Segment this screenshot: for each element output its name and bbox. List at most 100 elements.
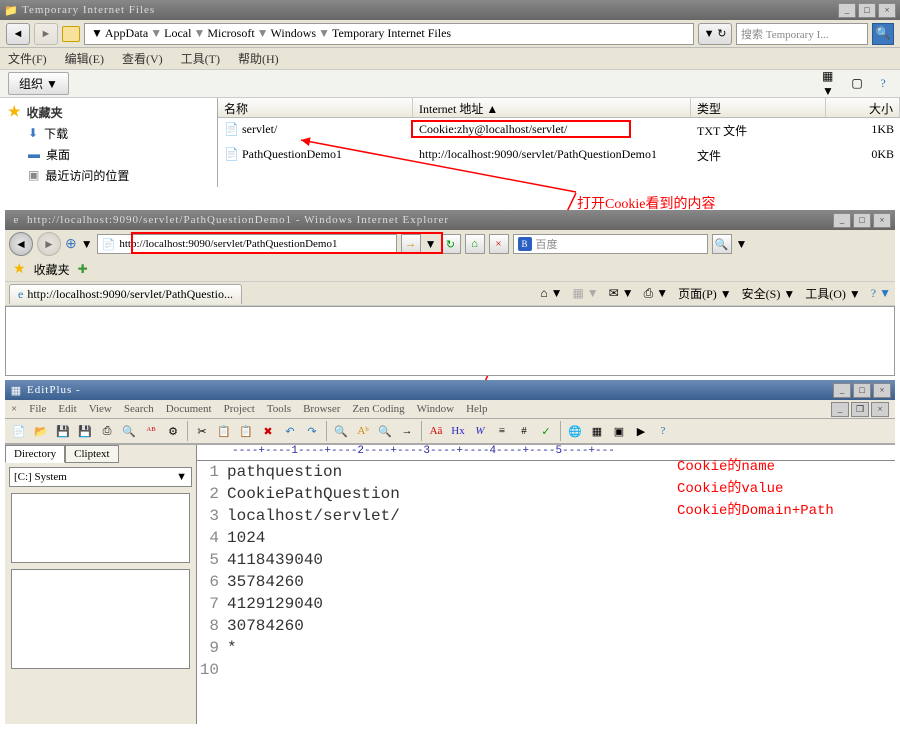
print-icon[interactable]: ⎙	[97, 421, 117, 441]
indent-icon[interactable]: ≡	[492, 421, 512, 441]
editor-line[interactable]: 635784260	[197, 571, 895, 593]
editor-line[interactable]: 41024	[197, 527, 895, 549]
settings-icon[interactable]: ⚙	[163, 421, 183, 441]
mail-icon[interactable]: ✉ ▼	[609, 286, 634, 301]
redo-icon[interactable]: ↷	[302, 421, 322, 441]
tab-cliptext[interactable]: Cliptext	[65, 445, 118, 463]
menu-view[interactable]: View	[89, 403, 112, 415]
maximize-button[interactable]: □	[853, 213, 871, 228]
editor-line[interactable]: 9*	[197, 637, 895, 659]
copy-icon[interactable]: 📋	[214, 421, 234, 441]
minimize-button[interactable]: _	[833, 213, 851, 228]
menu-search[interactable]: Search	[124, 403, 154, 415]
find-icon[interactable]: 🔍	[331, 421, 351, 441]
help-icon[interactable]: ? ▼	[871, 286, 891, 301]
saveall-icon[interactable]: 💾	[75, 421, 95, 441]
col-size[interactable]: 大小	[826, 98, 900, 117]
hex-icon[interactable]: Hx	[448, 421, 468, 441]
tab[interactable]: e http://localhost:9090/servlet/PathQues…	[9, 284, 242, 304]
spell-icon[interactable]: ᴬᴮ	[141, 421, 161, 441]
paste-icon[interactable]: 📋	[236, 421, 256, 441]
replace-icon[interactable]: Aᵇ	[353, 421, 373, 441]
editor-line[interactable]: 830784260	[197, 615, 895, 637]
menu-window[interactable]: Window	[417, 403, 454, 415]
list-row[interactable]: 📄 PathQuestionDemo1 http://localhost:909…	[218, 143, 900, 168]
goto-icon[interactable]: →	[397, 421, 417, 441]
help-icon[interactable]: ?	[874, 76, 892, 92]
editor-area[interactable]: ----+----1----+----2----+----3----+----4…	[197, 445, 895, 724]
refresh-dropdown[interactable]: ▼ ↻	[698, 23, 732, 45]
menu-view[interactable]: 查看(V)	[122, 50, 163, 67]
home-button[interactable]: ⌂	[465, 234, 485, 254]
search-button[interactable]: 🔍	[872, 23, 894, 45]
maximize-button[interactable]: □	[853, 383, 871, 398]
window-icon[interactable]: ▦	[587, 421, 607, 441]
sidebar-item-desktop[interactable]: ▬桌面	[0, 144, 217, 165]
search-input[interactable]: 搜索 Temporary I...	[736, 23, 868, 45]
menu-document[interactable]: Document	[166, 403, 212, 415]
check-icon[interactable]: ✓	[536, 421, 556, 441]
run-icon[interactable]: ▶	[631, 421, 651, 441]
sidebar-favorites[interactable]: ★收藏夹	[0, 102, 217, 123]
help-icon[interactable]: ?	[653, 421, 673, 441]
refresh-button[interactable]: ↻	[441, 234, 461, 254]
doc-close-icon[interactable]: ×	[11, 403, 17, 415]
doc-minimize[interactable]: _	[831, 402, 849, 417]
stop-button[interactable]: ×	[489, 234, 509, 254]
close-button[interactable]: ×	[873, 213, 891, 228]
editor-line[interactable]: 74129129040	[197, 593, 895, 615]
preview-icon[interactable]: ▢	[848, 76, 866, 92]
tab-directory[interactable]: Directory	[5, 445, 65, 463]
delete-icon[interactable]: ✖	[258, 421, 278, 441]
menu-edit[interactable]: Edit	[58, 403, 76, 415]
cut-icon[interactable]: ✂	[192, 421, 212, 441]
col-addr[interactable]: Internet 地址 ▲	[413, 98, 691, 117]
doc-restore[interactable]: ❐	[851, 402, 869, 417]
menu-edit[interactable]: 编辑(E)	[65, 50, 104, 67]
menu-file[interactable]: 文件(F)	[8, 50, 47, 67]
organize-button[interactable]: 组织 ▼	[8, 72, 69, 95]
terminal-icon[interactable]: ▣	[609, 421, 629, 441]
menu-tools[interactable]: Tools	[267, 403, 291, 415]
back-button[interactable]: ◄	[9, 232, 33, 256]
editor-line[interactable]: 10	[197, 659, 895, 681]
dropdown-icon[interactable]: ▼	[81, 237, 93, 252]
menu-help[interactable]: Help	[466, 403, 487, 415]
add-favorite-icon[interactable]: ✚	[78, 262, 88, 277]
rss-icon[interactable]: ▦ ▼	[572, 286, 598, 301]
forward-button[interactable]: ►	[37, 232, 61, 256]
page-menu[interactable]: 页面(P) ▼	[678, 285, 732, 302]
comment-icon[interactable]: #	[514, 421, 534, 441]
new-icon[interactable]: 📄	[9, 421, 29, 441]
drive-select[interactable]: [C:] System▼	[9, 467, 192, 487]
menu-help[interactable]: 帮助(H)	[238, 50, 279, 67]
menu-file[interactable]: File	[29, 403, 46, 415]
preview-icon[interactable]: 🔍	[119, 421, 139, 441]
view-icon[interactable]: ▦ ▼	[822, 76, 840, 92]
forward-button[interactable]: ►	[34, 23, 58, 45]
home-icon[interactable]: ⌂ ▼	[540, 286, 562, 301]
tools-menu[interactable]: 工具(O) ▼	[805, 285, 861, 302]
compat-icon[interactable]: ⊕	[65, 236, 77, 253]
doc-close[interactable]: ×	[871, 402, 889, 417]
safety-menu[interactable]: 安全(S) ▼	[742, 285, 796, 302]
menu-zencoding[interactable]: Zen Coding	[352, 403, 404, 415]
col-name[interactable]: 名称	[218, 98, 413, 117]
col-type[interactable]: 类型	[691, 98, 826, 117]
findfiles-icon[interactable]: 🔍	[375, 421, 395, 441]
case-icon[interactable]: Aā	[426, 421, 446, 441]
maximize-button[interactable]: □	[858, 3, 876, 18]
sidebar-item-downloads[interactable]: ⬇下载	[0, 123, 217, 144]
open-icon[interactable]: 📂	[31, 421, 51, 441]
minimize-button[interactable]: _	[833, 383, 851, 398]
search-button[interactable]: 🔍	[712, 234, 732, 254]
close-button[interactable]: ×	[878, 3, 896, 18]
close-button[interactable]: ×	[873, 383, 891, 398]
browser-icon[interactable]: 🌐	[565, 421, 585, 441]
undo-icon[interactable]: ↶	[280, 421, 300, 441]
favorites-label[interactable]: 收藏夹	[34, 261, 70, 278]
menu-tools[interactable]: 工具(T)	[181, 50, 220, 67]
print-icon[interactable]: ⎙ ▼	[644, 286, 668, 301]
menu-browser[interactable]: Browser	[303, 403, 340, 415]
breadcrumb[interactable]: ▼ AppData▼ Local▼ Microsoft▼ Windows▼ Te…	[84, 23, 694, 45]
